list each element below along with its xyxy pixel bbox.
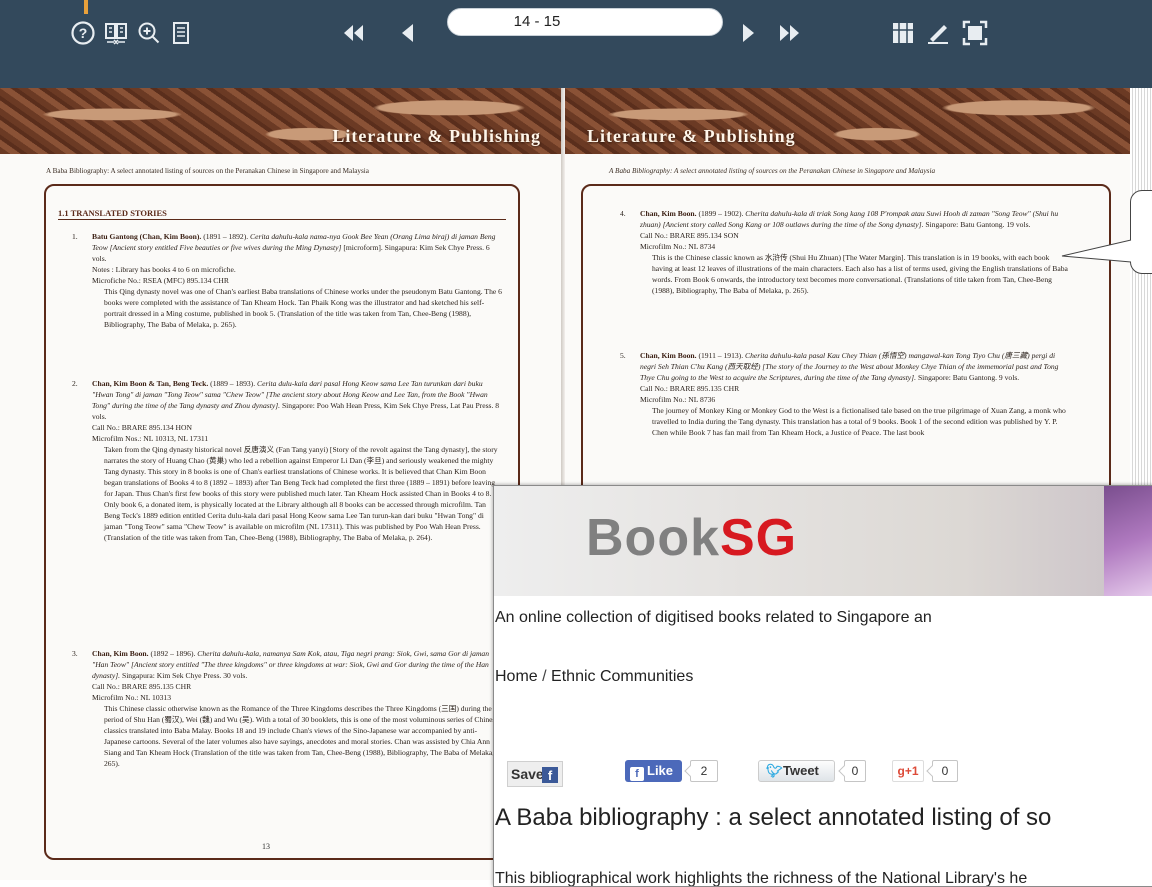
entry-notes: Notes : Library has books 4 to 6 on micr… (92, 265, 236, 274)
bibliography-entry: 4. Chan, Kim Boon. (1899 – 1902). Cherit… (620, 208, 1070, 296)
svg-text:?: ? (79, 25, 88, 41)
tweet-label: Tweet (783, 763, 819, 778)
page-subtitle: A Baba Bibliography: A select annotated … (46, 167, 369, 175)
logo-sg-text: SG (720, 509, 798, 567)
toolbar-accent (84, 0, 88, 14)
entry-author: Chan, Kim Boon. (92, 649, 149, 658)
entry-notes: Call No.: BRARE 895.134 HON (92, 423, 192, 432)
entry-publisher: Singapore: Batu Gantong. 19 vols. (925, 220, 1031, 229)
entry-number: 4. (620, 209, 626, 218)
header-decoration (1104, 486, 1152, 596)
booksg-page: BookSG An online collection of digitised… (493, 485, 1152, 887)
help-icon[interactable]: ? (70, 20, 96, 46)
entry-years: (1892 – 1896). (150, 649, 196, 658)
breadcrumb: Home / Ethnic Communities (495, 668, 693, 686)
page-range-text: 14 - 15 (513, 13, 561, 30)
page-number-field[interactable]: 14 - 15 (447, 8, 723, 36)
entry-author: Chan, Kim Boon. (640, 209, 697, 218)
previous-page-icon[interactable] (395, 20, 421, 46)
bibliography-entry: 3. Chan, Kim Boon. (1892 – 1896). Cherit… (72, 648, 502, 769)
entry-years: (1891 – 1892). (203, 232, 249, 241)
section-divider (58, 219, 506, 220)
entry-description: This Qing dynasty novel was one of Chan'… (104, 287, 502, 329)
bibliography-entry: 1. Batu Gantong (Chan, Kim Boon). (1891 … (72, 231, 502, 330)
zoom-in-icon[interactable] (136, 20, 162, 46)
next-page-icon[interactable] (735, 20, 761, 46)
entry-number: 3. (72, 649, 78, 658)
entry-call-number: Microfiche No.: RSEA (MFC) 895.134 CHR (92, 276, 229, 285)
like-count: 2 (690, 760, 718, 782)
entry-notes: Call No.: BRARE 895.135 CHR (92, 682, 192, 691)
save-to-facebook-button[interactable]: Save f (507, 761, 563, 787)
bookshelf-icon[interactable] (890, 20, 916, 46)
entry-number: 2. (72, 379, 78, 388)
entry-years: (1911 – 1913). (698, 351, 744, 360)
entry-notes: Call No.: BRARE 895.134 SON (640, 231, 739, 240)
entry-author: Chan, Kim Boon & Tan, Beng Teck. (92, 379, 209, 388)
entry-description: Taken from the Qing dynasty historical n… (104, 445, 498, 542)
entry-number: 5. (620, 351, 626, 360)
facebook-icon: f (542, 767, 558, 783)
book-description: This bibliographical work highlights the… (495, 870, 1028, 887)
facebook-icon: f (630, 767, 644, 781)
breadcrumb-separator: / (542, 668, 547, 685)
page-number: 13 (262, 842, 270, 851)
entry-author: Chan, Kim Boon. (640, 351, 697, 360)
entry-call-number: Microfilm No.: NL 10313 (92, 693, 172, 702)
entry-call-number: Microfilm No.: NL 8734 (640, 242, 716, 251)
book-title: A Baba bibliography : a select annotated… (495, 804, 1052, 831)
bibliography-entry: 5. Chan, Kim Boon. (1911 – 1913). Cherit… (620, 350, 1070, 438)
entry-publisher: Singapore: Batu Gantong. 9 vols. (917, 373, 1020, 382)
gplus-count: 0 (932, 760, 958, 782)
save-label: Save (511, 766, 544, 782)
entry-years: (1889 – 1893). (210, 379, 256, 388)
entry-description: This is the Chinese classic known as 水浒传… (652, 253, 1068, 295)
logo-book-text: Book (586, 509, 720, 567)
entry-call-number: Microfilm Nos.: NL 10313, NL 17311 (92, 434, 209, 443)
booksg-tagline: An online collection of digitised books … (495, 609, 932, 626)
facebook-like-button[interactable]: f Like (625, 760, 682, 782)
entry-years: (1899 – 1902). (698, 209, 744, 218)
entry-description: The journey of Monkey King or Monkey God… (652, 406, 1066, 437)
page-subtitle: A Baba Bibliography: A select annotated … (609, 167, 936, 175)
entry-call-number: Microfilm No.: NL 8736 (640, 395, 716, 404)
bibliography-entry: 2. Chan, Kim Boon & Tan, Beng Teck. (188… (72, 378, 502, 543)
twitter-bird-icon: 🐦︎ (766, 763, 783, 778)
entry-description: This Chinese classic otherwise known as … (104, 704, 502, 768)
last-page-icon[interactable] (777, 20, 803, 46)
entry-notes: Call No.: BRARE 895.135 CHR (640, 384, 740, 393)
google-plus-button[interactable]: g+1 (892, 760, 924, 782)
tweet-button[interactable]: 🐦︎Tweet (758, 760, 835, 782)
notes-icon[interactable] (168, 20, 194, 46)
annotate-icon[interactable] (925, 20, 951, 46)
like-label: Like (647, 763, 674, 778)
banner-title: Literature & Publishing (332, 126, 541, 146)
entry-number: 1. (72, 232, 78, 241)
entry-author: Batu Gantong (Chan, Kim Boon). (92, 232, 202, 241)
booksg-logo[interactable]: BookSG (586, 508, 797, 568)
callout-pointer (1061, 239, 1132, 263)
banner-title: Literature & Publishing (587, 126, 796, 146)
breadcrumb-current[interactable]: Ethnic Communities (551, 668, 693, 685)
viewer-toolbar: ? 14 - 15 (0, 0, 1152, 88)
breadcrumb-home[interactable]: Home (495, 668, 538, 685)
tweet-count: 0 (844, 760, 866, 782)
left-page: Literature & Publishing A Baba Bibliogra… (0, 88, 561, 880)
first-page-icon[interactable] (340, 20, 366, 46)
section-heading: 1.1 TRANSLATED STORIES (58, 208, 167, 218)
entry-publisher: Singapura: Kim Sek Chye Press. 30 vols. (121, 671, 248, 680)
fullscreen-icon[interactable] (962, 20, 988, 46)
booksg-header: BookSG (494, 486, 1152, 596)
thumbnails-icon[interactable] (103, 20, 129, 46)
